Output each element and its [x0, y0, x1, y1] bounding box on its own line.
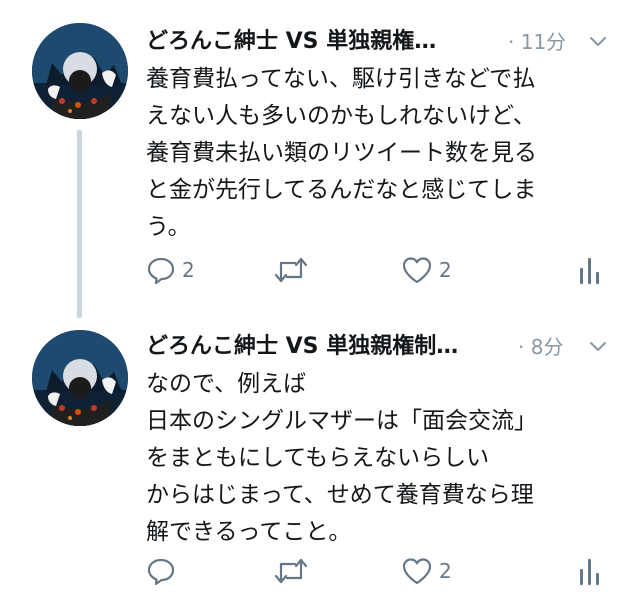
- reply-icon: [147, 558, 175, 586]
- avatar[interactable]: [32, 23, 128, 119]
- author-name[interactable]: どろんこ紳士 VS 単独親権…: [146, 26, 489, 58]
- retweet-button[interactable]: [274, 254, 314, 286]
- tweet-timestamp[interactable]: · 11分: [508, 26, 566, 58]
- avatar[interactable]: [32, 330, 128, 426]
- heart-icon: [402, 558, 432, 585]
- heart-icon: [402, 257, 432, 284]
- analytics-button[interactable]: [578, 555, 602, 587]
- tweet-text: 養育費払ってない、駆け引きなどで払 えない人も多いのかもしれないけど、 養育費未…: [146, 66, 537, 240]
- analytics-icon: [580, 258, 599, 284]
- tweet-header: どろんこ紳士 VS 単独親権制… · 8分: [146, 331, 616, 363]
- chevron-down-icon[interactable]: [588, 339, 608, 355]
- like-count: 2: [439, 258, 452, 282]
- analytics-icon: [580, 559, 599, 585]
- tweet-actions: 2 2: [146, 254, 616, 286]
- like-count: 2: [439, 559, 452, 583]
- like-button[interactable]: 2: [401, 555, 452, 587]
- author-name[interactable]: どろんこ紳士 VS 単独親権制…: [146, 331, 519, 363]
- retweet-icon: [274, 558, 308, 584]
- reply-count: 2: [182, 258, 195, 282]
- chevron-down-icon[interactable]: [588, 34, 608, 50]
- tweet[interactable]: どろんこ紳士 VS 単独親権制… · 8分 なので、例えば 日本のシングルマザー…: [0, 305, 639, 605]
- tweet[interactable]: どろんこ紳士 VS 単独親権… · 11分 養育費払ってない、駆け引きなどで払 …: [0, 0, 639, 305]
- retweet-icon: [274, 257, 308, 283]
- reply-button[interactable]: 2: [146, 254, 195, 286]
- retweet-button[interactable]: [274, 555, 314, 587]
- analytics-button[interactable]: [578, 254, 602, 286]
- reply-icon: [147, 257, 175, 285]
- tweet-actions: 2: [146, 555, 616, 587]
- tweet-text: なので、例えば 日本のシングルマザーは「面会交流」 をまともにしてもらえないらし…: [146, 371, 537, 545]
- reply-button[interactable]: [146, 555, 182, 587]
- tweet-header: どろんこ紳士 VS 単独親権… · 11分: [146, 26, 616, 58]
- like-button[interactable]: 2: [401, 254, 452, 286]
- tweet-timestamp[interactable]: · 8分: [518, 331, 563, 363]
